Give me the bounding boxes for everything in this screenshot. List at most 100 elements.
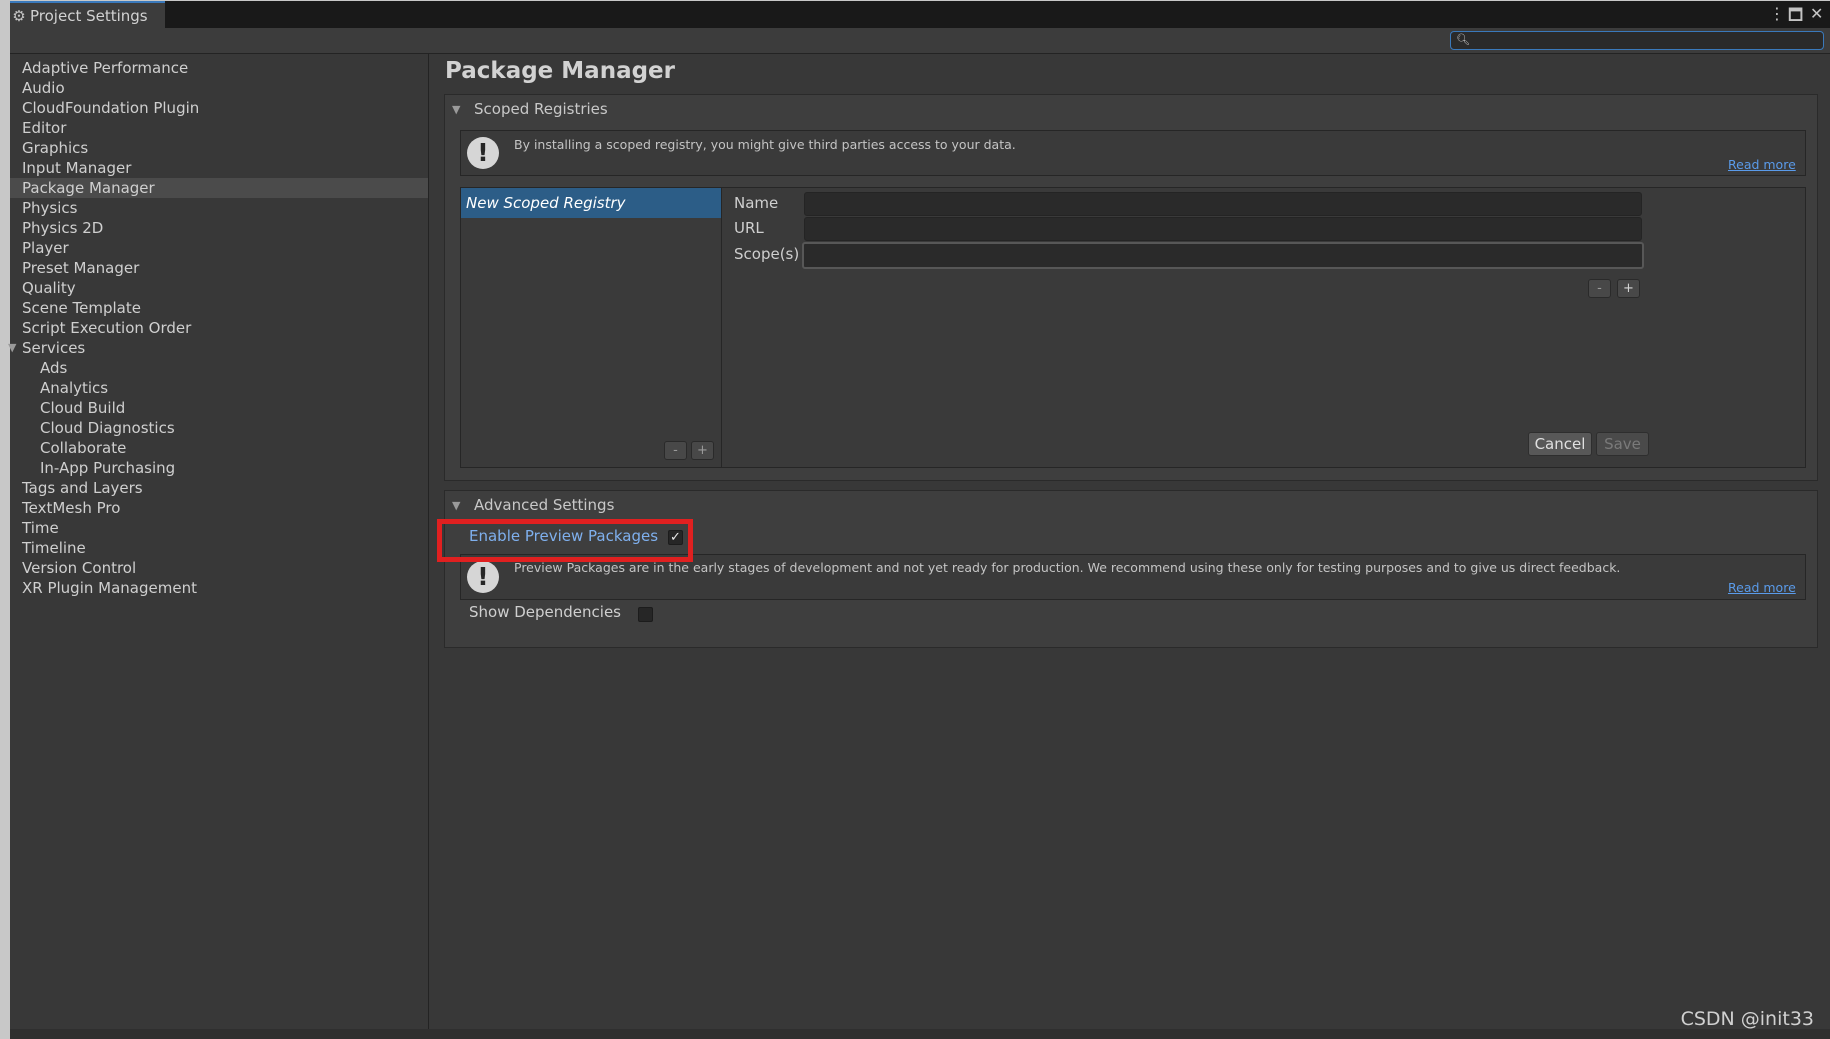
sidebar-item-timeline[interactable]: Timeline	[10, 538, 428, 558]
search-input[interactable]	[1469, 32, 1814, 49]
highlight-box	[437, 519, 693, 562]
scopes-label: Scope(s)	[734, 245, 800, 263]
sidebar-item-label: Timeline	[22, 539, 86, 557]
scoped-registries-panel: ▼ Scoped Registries ! By installing a sc…	[444, 94, 1818, 481]
sidebar-item-label: Collaborate	[40, 439, 127, 457]
sidebar-item-label: Input Manager	[22, 159, 132, 177]
sidebar-item-label: CloudFoundation Plugin	[22, 99, 200, 117]
warning-text: By installing a scoped registry, you mig…	[514, 137, 1016, 152]
sidebar-item-label: Editor	[22, 119, 67, 137]
sidebar-item-graphics[interactable]: Graphics	[10, 138, 428, 158]
sidebar-item-adaptive-performance[interactable]: Adaptive Performance	[10, 58, 428, 78]
warning-icon: !	[467, 137, 499, 169]
sidebar-item-label: Cloud Build	[40, 399, 126, 417]
sidebar-item-label: Audio	[22, 79, 65, 97]
sidebar-item-label: Preset Manager	[22, 259, 140, 277]
maximize-icon[interactable]: 🗖	[1788, 4, 1803, 31]
sidebar-item-version-control[interactable]: Version Control	[10, 558, 428, 578]
search-box[interactable]: 🔍︎	[1450, 31, 1824, 50]
tab-label: Project Settings	[30, 6, 148, 25]
sidebar-item-audio[interactable]: Audio	[10, 78, 428, 98]
sidebar-item-label: In-App Purchasing	[40, 459, 176, 477]
remove-registry-button[interactable]: -	[664, 441, 687, 460]
sidebar-item-collaborate[interactable]: Collaborate	[10, 438, 428, 458]
name-field[interactable]	[804, 192, 1642, 216]
registry-list: New Scoped Registry - +	[460, 187, 722, 468]
sidebar-item-cloud-build[interactable]: Cloud Build	[10, 398, 428, 418]
remove-scope-button[interactable]: -	[1588, 279, 1611, 298]
sidebar-item-label: Tags and Layers	[22, 479, 143, 497]
fold-arrow-icon[interactable]: ▼	[8, 338, 16, 358]
sidebar-item-label: Player	[22, 239, 69, 257]
sidebar-item-editor[interactable]: Editor	[10, 118, 428, 138]
sidebar-item-analytics[interactable]: Analytics	[10, 378, 428, 398]
sidebar-item-textmesh-pro[interactable]: TextMesh Pro	[10, 498, 428, 518]
url-field[interactable]	[804, 217, 1642, 241]
sidebar-item-label: TextMesh Pro	[22, 499, 121, 517]
warning-icon: !	[467, 561, 499, 593]
sidebar-item-scene-template[interactable]: Scene Template	[10, 298, 428, 318]
fold-arrow-icon[interactable]: ▼	[452, 499, 460, 512]
sidebar-item-quality[interactable]: Quality	[10, 278, 428, 298]
add-registry-button[interactable]: +	[691, 441, 714, 460]
sidebar-item-label: Time	[22, 519, 59, 537]
read-more-link[interactable]: Read more	[1728, 157, 1796, 172]
scopes-field[interactable]	[802, 242, 1644, 269]
sidebar-item-services[interactable]: ▼ Services	[8, 338, 428, 358]
settings-sidebar: Adaptive Performance Audio CloudFoundati…	[8, 54, 429, 1038]
scoped-registry-warning: ! By installing a scoped registry, you m…	[460, 130, 1806, 176]
watermark: CSDN @init33	[1680, 1008, 1814, 1030]
sidebar-item-input-manager[interactable]: Input Manager	[10, 158, 428, 178]
sidebar-item-script-execution-order[interactable]: Script Execution Order	[10, 318, 428, 338]
project-settings-window: ⚙ Project Settings ⋮ 🗖 ✕ 🔍︎ Adaptive Per…	[8, 1, 1830, 1039]
show-dependencies-label: Show Dependencies	[469, 603, 621, 621]
registry-details: Name URL Scope(s) - + Cancel Save	[722, 187, 1806, 468]
sidebar-item-label: Adaptive Performance	[22, 59, 189, 77]
settings-main: Package Manager ▼ Scoped Registries ! By…	[429, 54, 1830, 1038]
sidebar-item-label: Ads	[40, 359, 68, 377]
sidebar-item-label: Script Execution Order	[22, 319, 192, 337]
advanced-settings-panel: ▼ Advanced Settings Enable Preview Packa…	[444, 490, 1818, 648]
add-scope-button[interactable]: +	[1617, 279, 1640, 298]
toolbar: 🔍︎	[10, 28, 1830, 54]
sidebar-item-label: Version Control	[22, 559, 137, 577]
sidebar-item-label: Services	[22, 339, 86, 357]
sidebar-item-in-app-purchasing[interactable]: In-App Purchasing	[10, 458, 428, 478]
sidebar-item-label: Physics 2D	[22, 219, 104, 237]
sidebar-item-cloud-diagnostics[interactable]: Cloud Diagnostics	[10, 418, 428, 438]
sidebar-item-cloudfoundation-plugin[interactable]: CloudFoundation Plugin	[10, 98, 428, 118]
sidebar-item-label: Quality	[22, 279, 76, 297]
sidebar-item-tags-and-layers[interactable]: Tags and Layers	[10, 478, 428, 498]
fold-arrow-icon[interactable]: ▼	[452, 103, 460, 116]
gear-icon: ⚙	[12, 6, 26, 25]
sidebar-item-xr-plugin-management[interactable]: XR Plugin Management	[10, 578, 428, 598]
sidebar-item-label: Scene Template	[22, 299, 141, 317]
section-title: Scoped Registries	[474, 100, 608, 118]
list-item[interactable]: New Scoped Registry	[461, 188, 721, 218]
read-more-link[interactable]: Read more	[1728, 580, 1796, 595]
show-dependencies-checkbox[interactable]	[638, 607, 653, 622]
sidebar-item-label: Graphics	[22, 139, 89, 157]
search-icon: 🔍︎	[1456, 33, 1470, 46]
page-title: Package Manager	[445, 58, 675, 84]
sidebar-item-label: Analytics	[40, 379, 109, 397]
sidebar-item-preset-manager[interactable]: Preset Manager	[10, 258, 428, 278]
sidebar-item-label: Package Manager	[22, 179, 155, 197]
sidebar-item-time[interactable]: Time	[10, 518, 428, 538]
sidebar-item-player[interactable]: Player	[10, 238, 428, 258]
save-button[interactable]: Save	[1596, 432, 1649, 456]
sidebar-item-ads[interactable]: Ads	[10, 358, 428, 378]
kebab-menu-icon[interactable]: ⋮	[1769, 4, 1785, 23]
sidebar-item-physics[interactable]: Physics	[10, 198, 428, 218]
list-item-label: New Scoped Registry	[466, 194, 626, 212]
close-icon[interactable]: ✕	[1810, 4, 1823, 23]
section-title: Advanced Settings	[474, 496, 615, 514]
sidebar-item-label: Physics	[22, 199, 78, 217]
cancel-button[interactable]: Cancel	[1528, 432, 1592, 456]
sidebar-item-package-manager[interactable]: Package Manager	[10, 178, 428, 198]
tab-project-settings[interactable]: ⚙ Project Settings	[10, 1, 165, 28]
sidebar-item-physics-2d[interactable]: Physics 2D	[10, 218, 428, 238]
name-label: Name	[734, 194, 779, 212]
url-label: URL	[734, 219, 764, 237]
sidebar-item-label: XR Plugin Management	[22, 579, 197, 597]
